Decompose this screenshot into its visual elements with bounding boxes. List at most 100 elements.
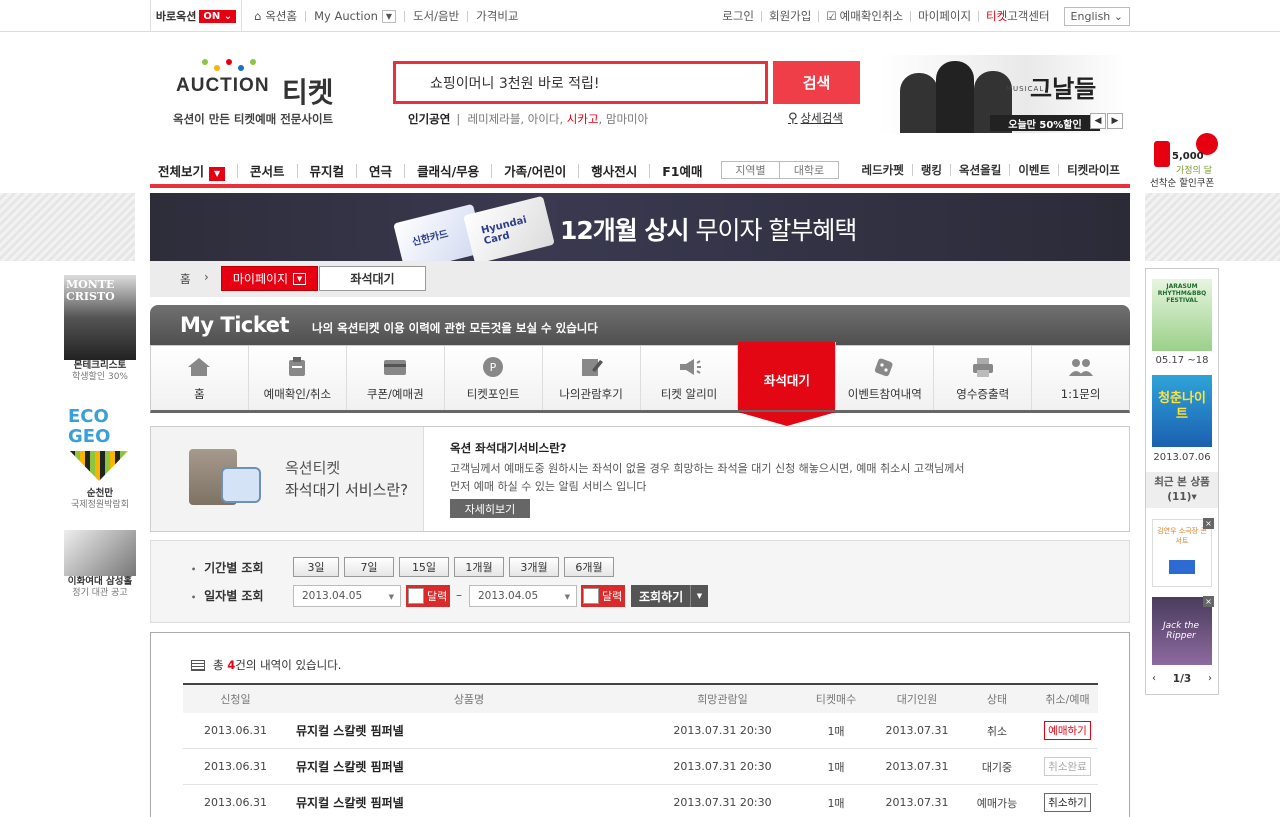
- link-mypage[interactable]: 마이페이지: [918, 8, 971, 24]
- tab-reviews[interactable]: 나의관람후기: [543, 346, 641, 410]
- logo-kor: 티켓: [282, 76, 334, 109]
- nav-f1[interactable]: F1예매: [662, 161, 702, 180]
- nav-allkill[interactable]: 옥션올킬: [959, 162, 1001, 178]
- link-my-auction[interactable]: My Auction: [314, 9, 378, 23]
- link-login[interactable]: 로그인: [722, 8, 754, 24]
- language-select[interactable]: English ⌄: [1063, 6, 1130, 26]
- shortcut-label: 바로옥션: [155, 10, 197, 23]
- cancel-button[interactable]: 취소하기: [1044, 793, 1091, 812]
- period-6m-button[interactable]: 6개월: [564, 557, 614, 577]
- popular-item[interactable]: 시카고: [567, 112, 599, 126]
- book-button[interactable]: 예매하기: [1044, 721, 1091, 740]
- result-count: 총 4건의 내역이 있습니다.: [191, 657, 341, 673]
- recent-products[interactable]: 최근 본 상품 (11)▾: [1146, 472, 1218, 508]
- logo-dots: [202, 55, 262, 75]
- breadcrumb-home[interactable]: 홈: [180, 271, 191, 287]
- tab-seat-wait[interactable]: 좌석대기: [738, 342, 837, 410]
- dice-icon: [874, 358, 893, 377]
- date-to-select[interactable]: 2013.04.05 ▼: [469, 585, 577, 607]
- myticket-desc: 나의 옥션티켓 이용 이력에 관한 모든것을 보실 수 있습니다: [312, 321, 598, 335]
- chevron-left-icon[interactable]: ‹: [1152, 673, 1156, 684]
- banner-next-button[interactable]: ▶: [1107, 113, 1123, 129]
- link-auction-home[interactable]: 옥션홈: [265, 8, 297, 24]
- musical-banner[interactable]: MUSICAL 그날들 오늘만 50%할인: [880, 55, 1124, 133]
- table-row: 2013.06.31 뮤지컬 스칼렛 핌퍼넬 2013.07.31 20:30 …: [183, 749, 1098, 785]
- recent-thumb[interactable]: 김연우 소극장 콘서트: [1152, 519, 1212, 587]
- nav-ticketlife[interactable]: 티켓라이프: [1067, 162, 1120, 178]
- ad-jarasum[interactable]: JARASUM RHYTHM&BBQ FESTIVAL: [1152, 279, 1212, 351]
- link-customer-center[interactable]: 티켓고객센터: [986, 8, 1050, 24]
- tab-booking-check[interactable]: 예매확인/취소: [249, 346, 347, 410]
- shortcut-toggle[interactable]: 바로옥션 ON ⌄: [150, 0, 242, 32]
- card-promo-banner[interactable]: 신한카드 Hyundai Card 12개월 상시 무이자 할부혜택: [150, 193, 1130, 261]
- more-info-button[interactable]: 자세히보기: [450, 499, 530, 518]
- period-3d-button[interactable]: 3일: [293, 557, 339, 577]
- point-coin-icon: P: [483, 357, 504, 377]
- tab-ticket-point[interactable]: P 티켓포인트: [445, 346, 543, 410]
- period-3m-button[interactable]: 3개월: [509, 557, 559, 577]
- nav-play[interactable]: 연극: [369, 161, 392, 180]
- tab-coupon[interactable]: 쿠폰/예매권: [347, 346, 445, 410]
- house-icon: [188, 358, 211, 376]
- popular-item[interactable]: 레미제라블: [468, 112, 521, 126]
- close-icon[interactable]: ×: [1203, 518, 1214, 529]
- site-logo[interactable]: AUCTION 티켓 옥션이 만든 티켓예매 전문사이트: [172, 55, 347, 130]
- product-link[interactable]: 뮤지컬 스칼렛 핌퍼넬: [288, 758, 650, 775]
- period-label: 기간별 조회: [191, 559, 263, 576]
- link-price-compare[interactable]: 가격비교: [476, 8, 518, 24]
- nav-ranking[interactable]: 랭킹: [921, 162, 942, 178]
- link-booking-check[interactable]: 예매확인취소: [840, 8, 903, 24]
- date-from-select[interactable]: 2013.04.05 ▼: [293, 585, 401, 607]
- hand-pointer-icon: [221, 467, 261, 503]
- nav-event[interactable]: 이벤트: [1018, 162, 1050, 178]
- list-icon: [191, 659, 205, 671]
- breadcrumb-seat-wait[interactable]: 좌석대기: [319, 266, 426, 291]
- nav-exhibition[interactable]: 행사전시: [591, 161, 637, 180]
- close-icon[interactable]: ×: [1203, 596, 1214, 607]
- chevron-down-icon[interactable]: ▼: [381, 9, 396, 23]
- left-ad-ewha[interactable]: 이화여대 삼성홀 정기 대관 공고: [64, 530, 136, 599]
- product-link[interactable]: 뮤지컬 스칼렛 핌퍼넬: [288, 722, 650, 739]
- popular-item[interactable]: 아이다: [528, 112, 560, 126]
- calendar-to-button[interactable]: 달력: [581, 585, 625, 607]
- date-label: 일자별 조회: [191, 587, 263, 604]
- product-link[interactable]: 뮤지컬 스칼렛 핌퍼넬: [288, 794, 650, 811]
- table-row: 2013.06.31 뮤지컬 스칼렛 핌퍼넬 2013.07.31 20:30 …: [183, 785, 1098, 817]
- main-nav: 전체보기 ▼ 콘서트 뮤지컬 연극 클래식/무용 가족/어린이 행사전시 F1예매…: [150, 155, 1130, 188]
- link-books[interactable]: 도서/음반: [413, 8, 459, 24]
- tab-event-history[interactable]: 이벤트참여내역: [836, 346, 935, 410]
- detail-search-link[interactable]: ⚲ 상세검색: [788, 110, 843, 126]
- search-icon: ⚲: [788, 110, 798, 126]
- recent-thumb[interactable]: Jack the Ripper: [1152, 597, 1212, 665]
- period-7d-button[interactable]: 7일: [344, 557, 394, 577]
- banner-prev-button[interactable]: ◀: [1090, 113, 1106, 129]
- nav-concert[interactable]: 콘서트: [250, 161, 285, 180]
- ad-youth-night[interactable]: 청춘나이트: [1152, 375, 1212, 447]
- breadcrumb-mypage[interactable]: 마이페이지 ▼: [221, 266, 318, 291]
- coupon-badge[interactable]: 5,000 가정의 달 선착순 할인쿠폰: [1150, 133, 1222, 189]
- nav-redcarpet[interactable]: 레드카펫: [862, 162, 904, 178]
- left-ad-monte-cristo[interactable]: MONTE CRISTO 몬테크리스토 학생할인 30%: [64, 275, 136, 383]
- nav-classic[interactable]: 클래식/무용: [417, 161, 479, 180]
- left-ad-eco-geo[interactable]: ECO GEO 순천만 국제정원박람회: [64, 403, 136, 511]
- query-button[interactable]: 조회하기 ▼: [631, 585, 708, 607]
- popular-item[interactable]: 맘마미아: [606, 112, 648, 126]
- card-icon: [384, 360, 407, 375]
- nav-musical[interactable]: 뮤지컬: [310, 161, 345, 180]
- chevron-right-icon[interactable]: ›: [1208, 673, 1212, 684]
- search-button[interactable]: 검색: [773, 61, 860, 104]
- period-15d-button[interactable]: 15일: [399, 557, 449, 577]
- tab-ticket-alert[interactable]: 티켓 알리미: [641, 346, 739, 410]
- calendar-from-button[interactable]: 달력: [406, 585, 450, 607]
- nav-all[interactable]: 전체보기 ▼: [158, 161, 226, 181]
- tab-inquiry[interactable]: 1:1문의: [1032, 346, 1129, 410]
- nav-daehakro[interactable]: 대학로: [780, 161, 839, 179]
- link-signup[interactable]: 회원가입: [769, 8, 811, 24]
- chevron-down-icon: ▼: [564, 593, 570, 601]
- tab-receipt[interactable]: 영수증출력: [934, 346, 1033, 410]
- period-1m-button[interactable]: 1개월: [454, 557, 504, 577]
- search-input[interactable]: 쇼핑이머니 3천원 바로 적립!: [393, 61, 768, 104]
- nav-by-region[interactable]: 지역별: [721, 161, 780, 179]
- tab-home[interactable]: 홈: [151, 346, 249, 410]
- nav-family[interactable]: 가족/어린이: [504, 161, 566, 180]
